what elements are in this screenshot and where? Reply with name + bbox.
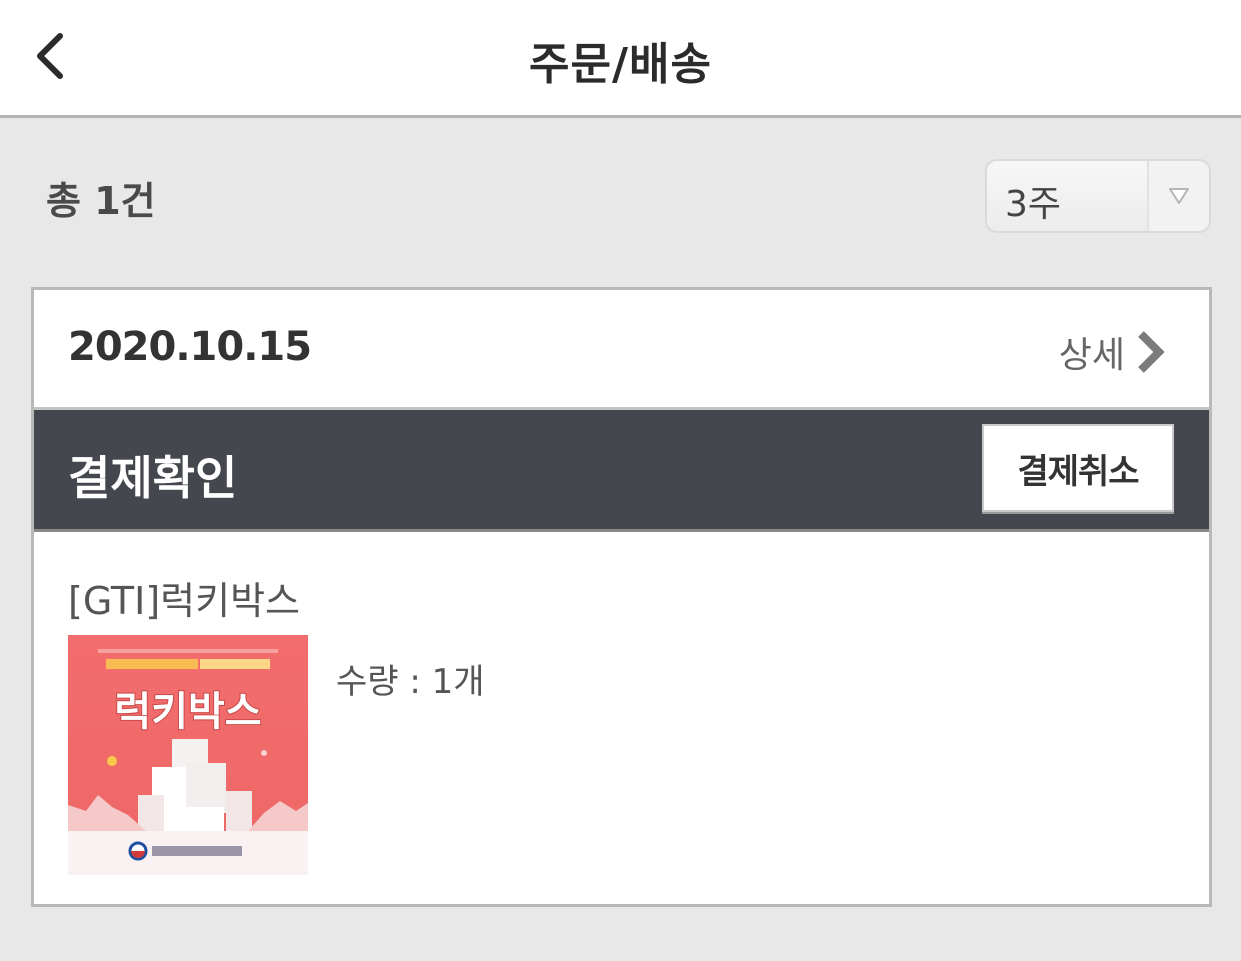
product-thumbnail-image: 럭키박스 bbox=[68, 635, 308, 875]
product-quantity: 수량 : 1개 bbox=[336, 662, 485, 702]
order-status-bar: 결제확인 결제취소 bbox=[34, 410, 1209, 532]
order-detail-link[interactable]: 상세 bbox=[1059, 324, 1165, 380]
product-name: [GTI]럭키박스 bbox=[68, 579, 301, 623]
period-dropdown-toggle[interactable] bbox=[1147, 161, 1209, 231]
thumbnail-title: 럭키박스 bbox=[114, 689, 261, 735]
page-title: 주문/배송 bbox=[529, 39, 712, 90]
order-card-header: 2020.10.15 상세 bbox=[34, 290, 1209, 410]
detail-label: 상세 bbox=[1058, 335, 1125, 376]
product-thumbnail[interactable]: 럭키박스 bbox=[68, 635, 308, 875]
total-count: 총 1건 bbox=[46, 179, 156, 223]
order-status: 결제확인 bbox=[68, 451, 238, 505]
order-card: 2020.10.15 상세 결제확인 결제취소 [GTI]럭키박스 럭키박스 수… bbox=[31, 287, 1212, 907]
app-header: 주문/배송 bbox=[0, 0, 1241, 118]
period-selected-value: 3주 bbox=[1005, 184, 1062, 225]
period-select[interactable]: 3주 bbox=[985, 159, 1211, 233]
triangle-down-icon bbox=[1169, 188, 1189, 204]
chevron-right-icon bbox=[1138, 331, 1165, 373]
cancel-payment-button[interactable]: 결제취소 bbox=[982, 424, 1174, 512]
order-date: 2020.10.15 bbox=[68, 324, 312, 370]
